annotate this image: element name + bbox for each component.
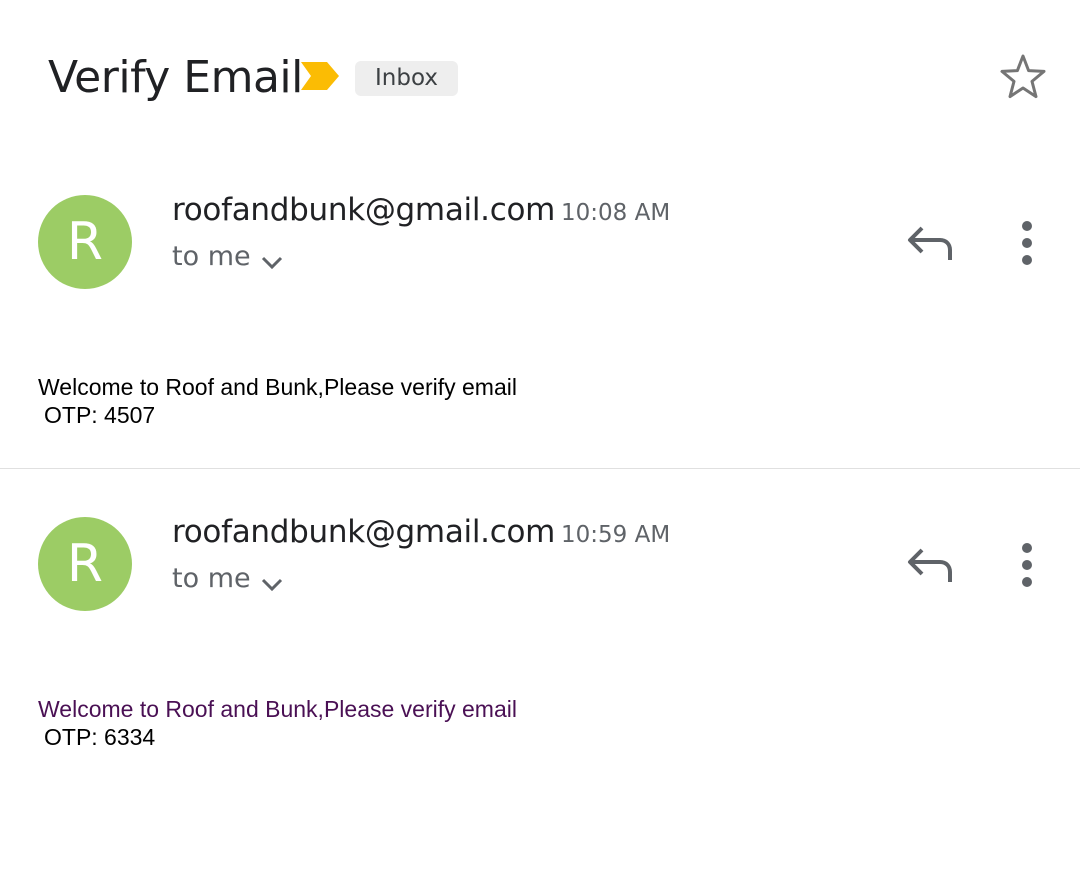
message-time: 10:59 AM [561,522,671,548]
star-icon[interactable] [998,52,1048,102]
chevron-down-icon[interactable] [259,252,285,272]
sender-avatar[interactable]: R [38,195,132,289]
sender-email[interactable]: roofandbunk@gmail.com [172,514,555,550]
email-subject: Verify Email [48,52,303,103]
message-divider [0,468,1080,469]
recipient-label[interactable]: to me [172,241,251,272]
more-options-icon[interactable] [1010,220,1044,266]
more-options-icon[interactable] [1010,542,1044,588]
message-body-text: Welcome to Roof and Bunk,Please verify e… [38,374,517,400]
reply-icon[interactable] [904,222,954,264]
otp-text: OTP: 6334 [44,724,156,750]
sender-avatar[interactable]: R [38,517,132,611]
otp-text: OTP: 4507 [44,402,156,428]
chevron-down-icon[interactable] [259,574,285,594]
inbox-label-chip[interactable]: Inbox [355,61,458,96]
sender-email[interactable]: roofandbunk@gmail.com [172,192,555,228]
message-body-text: Welcome to Roof and Bunk,Please verify e… [38,696,517,722]
recipient-label[interactable]: to me [172,563,251,594]
reply-icon[interactable] [904,544,954,586]
importance-marker-icon[interactable] [299,60,341,92]
message-time: 10:08 AM [561,200,671,226]
